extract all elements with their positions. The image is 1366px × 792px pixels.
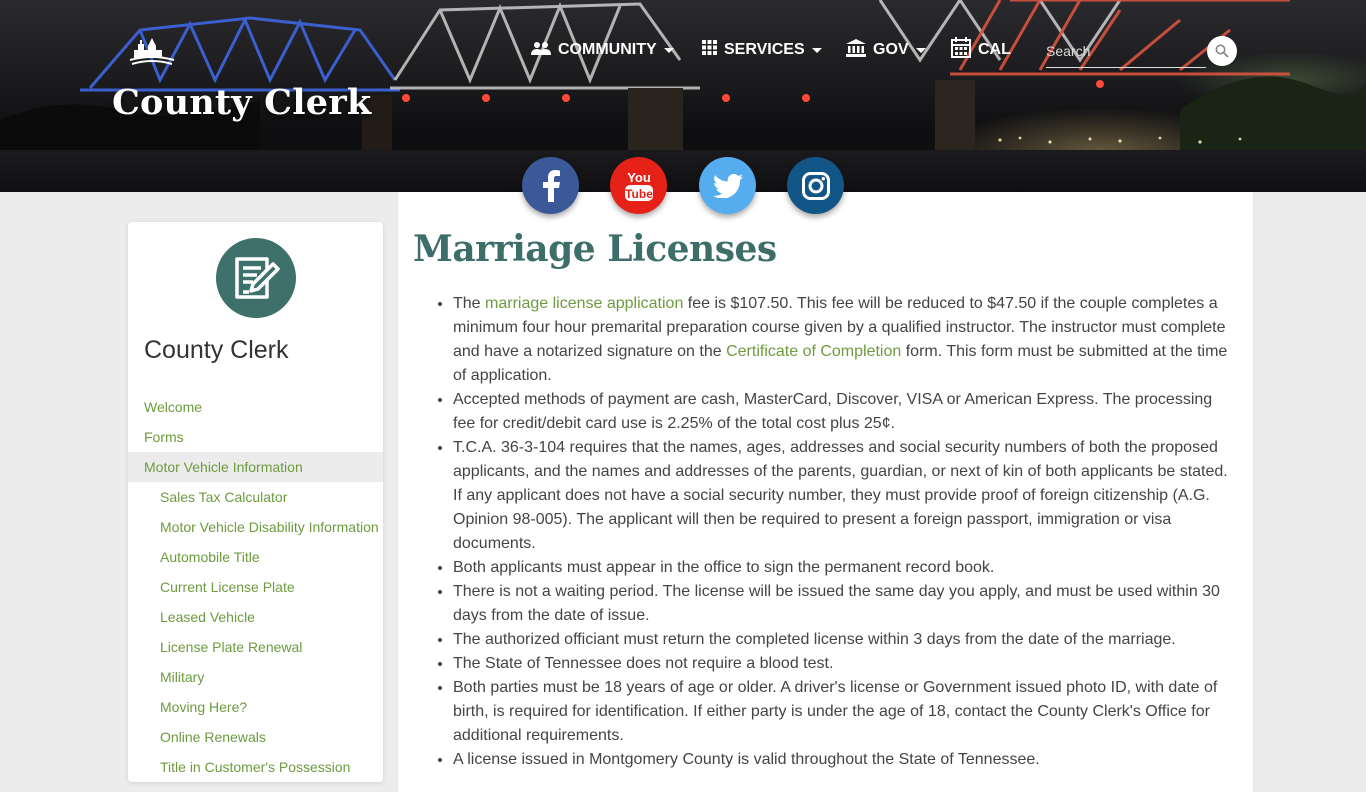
list-item: Both applicants must appear in the offic… xyxy=(453,556,1238,580)
list-item: The State of Tennessee does not require … xyxy=(453,652,1238,676)
sidebar-item-title-in-customers-possession[interactable]: Title in Customer's Possession xyxy=(128,752,383,782)
nav-cal[interactable]: CAL xyxy=(951,37,1011,63)
page-title: Marriage Licenses xyxy=(413,228,777,270)
search-input[interactable] xyxy=(1046,39,1196,63)
sidebar-item-welcome[interactable]: Welcome xyxy=(128,392,383,422)
sidebar-item-military[interactable]: Military xyxy=(128,662,383,692)
calendar-icon xyxy=(951,37,971,63)
sidebar-item-leased-vehicle[interactable]: Leased Vehicle xyxy=(128,602,383,632)
sidebar-item-forms[interactable]: Forms xyxy=(128,422,383,452)
list-item: A license issued in Montgomery County is… xyxy=(453,748,1238,772)
list-item: The marriage license application fee is … xyxy=(453,292,1238,388)
instagram-button[interactable] xyxy=(787,157,844,214)
people-icon xyxy=(531,41,551,60)
search-box xyxy=(1046,39,1206,68)
chevron-down-icon xyxy=(915,47,926,53)
document-edit-icon xyxy=(216,238,296,318)
list-item: The authorized officiant must return the… xyxy=(453,628,1238,652)
nav-community[interactable]: COMMUNITY xyxy=(531,38,674,62)
nav-gov[interactable]: GOV xyxy=(846,38,926,62)
nav-services-label: SERVICES xyxy=(724,41,805,58)
facebook-button[interactable] xyxy=(522,157,579,214)
certificate-of-completion-link[interactable]: Certificate of Completion xyxy=(726,343,901,360)
facebook-icon xyxy=(542,169,560,202)
search-icon xyxy=(1215,44,1229,58)
nav-gov-label: GOV xyxy=(873,41,909,58)
sidebar: County Clerk Welcome Forms Motor Vehicle… xyxy=(128,222,383,782)
nav-cal-label: CAL xyxy=(978,41,1011,58)
chevron-down-icon xyxy=(811,47,822,53)
nav-community-label: COMMUNITY xyxy=(558,41,657,58)
instagram-icon xyxy=(801,171,830,200)
twitter-icon xyxy=(712,173,743,198)
sidebar-title: County Clerk xyxy=(144,336,289,364)
county-logo-icon[interactable] xyxy=(128,34,176,73)
sidebar-item-sales-tax-calculator[interactable]: Sales Tax Calculator xyxy=(128,482,383,512)
sidebar-item-license-plate-renewal[interactable]: License Plate Renewal xyxy=(128,632,383,662)
sidebar-item-automobile-title[interactable]: Automobile Title xyxy=(128,542,383,572)
marriage-license-application-link[interactable]: marriage license application xyxy=(485,295,683,312)
youtube-button[interactable]: You Tube xyxy=(610,157,667,214)
youtube-text-tube: Tube xyxy=(625,187,653,201)
sidebar-item-moving-here[interactable]: Moving Here? xyxy=(128,692,383,722)
river-reflection xyxy=(0,150,1366,192)
search-button[interactable] xyxy=(1207,36,1237,66)
twitter-button[interactable] xyxy=(699,157,756,214)
sidebar-item-online-renewals[interactable]: Online Renewals xyxy=(128,722,383,752)
chevron-down-icon xyxy=(663,47,674,53)
list-text: The xyxy=(453,295,486,312)
sidebar-menu: Welcome Forms Motor Vehicle Information … xyxy=(128,392,383,782)
nav-services[interactable]: SERVICES xyxy=(702,38,822,62)
list-item: Accepted methods of payment are cash, Ma… xyxy=(453,388,1238,436)
main-content: Marriage Licenses The marriage license a… xyxy=(398,192,1253,792)
list-item: T.C.A. 36-3-104 requires that the names,… xyxy=(453,436,1238,556)
government-building-icon xyxy=(846,38,866,62)
site-title[interactable]: County Clerk xyxy=(112,82,371,123)
info-list: The marriage license application fee is … xyxy=(413,292,1238,772)
youtube-text-you: You xyxy=(627,170,651,185)
content-body: The marriage license application fee is … xyxy=(413,292,1238,772)
list-item: There is not a waiting period. The licen… xyxy=(453,580,1238,628)
header-banner: County Clerk COMMUNITY SERVICES GOV CAL … xyxy=(0,0,1366,192)
sidebar-item-motor-vehicle-information[interactable]: Motor Vehicle Information xyxy=(128,452,383,482)
youtube-icon: You Tube xyxy=(624,170,653,201)
list-item: Both parties must be 18 years of age or … xyxy=(453,676,1238,748)
sidebar-item-motor-vehicle-disability-information[interactable]: Motor Vehicle Disability Information xyxy=(128,512,383,542)
grid-icon xyxy=(702,40,717,60)
sidebar-item-current-license-plate[interactable]: Current License Plate xyxy=(128,572,383,602)
